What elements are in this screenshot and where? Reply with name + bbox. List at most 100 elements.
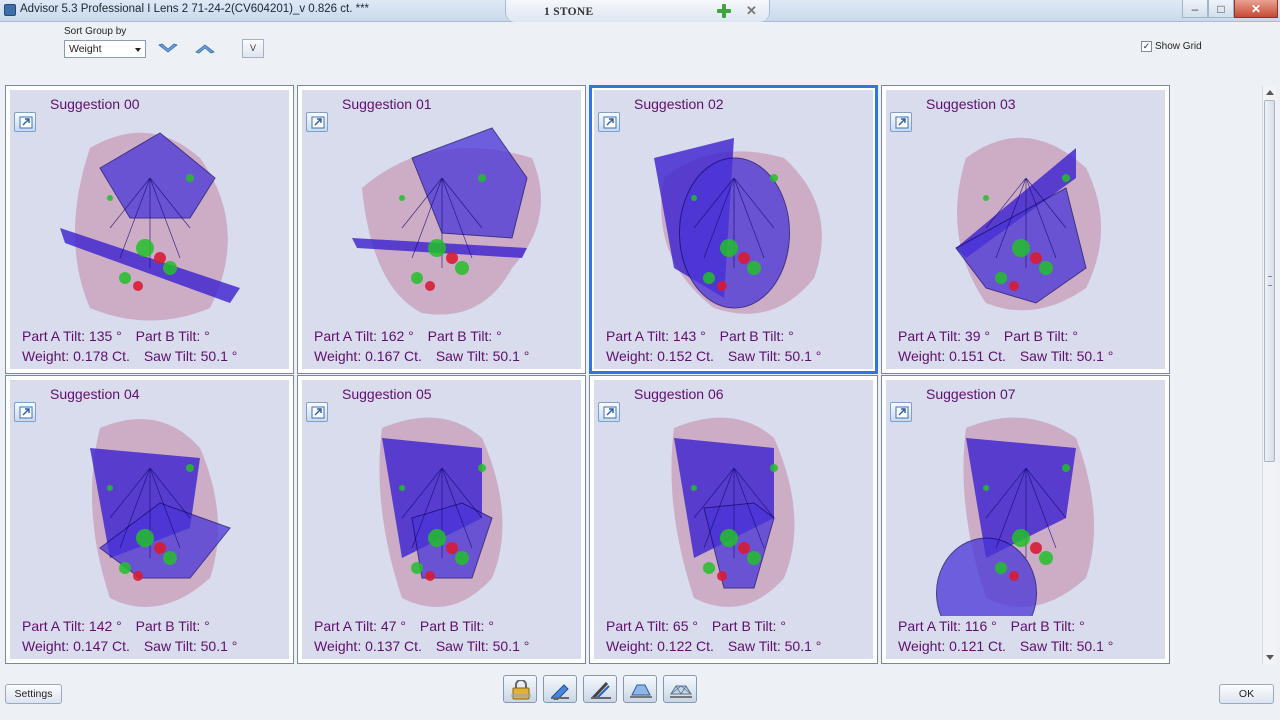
scroll-up-icon[interactable] — [1266, 90, 1274, 95]
ok-button[interactable]: OK — [1219, 684, 1274, 704]
suggestion-title: Suggestion 06 — [634, 386, 724, 402]
saw-tilt-label: Saw Tilt: — [143, 638, 197, 654]
saw-tilt-label: Saw Tilt: — [1019, 638, 1073, 654]
weight-label: Weight: — [898, 348, 946, 364]
saw-tilt-label: Saw Tilt: — [727, 348, 781, 364]
suggestion-title: Suggestion 00 — [50, 96, 140, 112]
sort-ascending-button[interactable] — [194, 41, 216, 55]
part-a-value: 135 ° — [88, 328, 122, 344]
part-a-label: Part A Tilt: — [898, 618, 962, 634]
app-icon — [4, 4, 16, 16]
suggestion-card[interactable]: Suggestion 06 Part A Tilt: 65 ° Part B T… — [589, 375, 878, 664]
stone-model[interactable] — [634, 408, 834, 616]
part-a-value: 162 ° — [380, 328, 414, 344]
saw-tilt-label: Saw Tilt: — [727, 638, 781, 654]
suggestion-card-body: Suggestion 06 Part A Tilt: 65 ° Part B T… — [594, 380, 873, 659]
weight-label: Weight: — [606, 638, 654, 654]
vertical-scrollbar[interactable] — [1262, 86, 1276, 664]
part-b-value: ° — [204, 328, 210, 344]
expand-button[interactable] — [306, 112, 328, 132]
cut-tool-button[interactable] — [583, 675, 617, 703]
stone-model[interactable] — [926, 118, 1126, 326]
crown-tool-button[interactable] — [663, 675, 697, 703]
part-a-value: 142 ° — [88, 618, 122, 634]
saw-tilt-value: 50.1 ° — [784, 348, 822, 364]
stone-model[interactable] — [50, 408, 250, 616]
part-a-label: Part A Tilt: — [606, 618, 670, 634]
part-b-label: Part B Tilt: — [135, 618, 201, 634]
expand-button[interactable] — [598, 402, 620, 422]
part-b-value: ° — [204, 618, 210, 634]
sort-group-label: Sort Group by — [64, 26, 127, 37]
expand-button[interactable] — [890, 402, 912, 422]
stone-model[interactable] — [50, 118, 250, 326]
part-b-value: ° — [1072, 328, 1078, 344]
stone-model[interactable] — [926, 408, 1126, 616]
expand-icon — [19, 116, 33, 129]
saw-tilt-label: Saw Tilt: — [435, 638, 489, 654]
stone-model[interactable] — [634, 118, 834, 326]
expand-button[interactable] — [14, 112, 36, 132]
tilt-info: Part A Tilt: 142 ° Part B Tilt: ° — [22, 618, 210, 634]
pavilion-tool-button[interactable] — [623, 675, 657, 703]
show-grid-toggle[interactable]: ✓ Show Grid — [1141, 41, 1202, 52]
expand-icon — [895, 116, 909, 129]
suggestion-card-body: Suggestion 07 Part A Tilt: 116 ° Part B … — [886, 380, 1165, 659]
close-window-button[interactable]: ✕ — [1234, 0, 1278, 18]
suggestion-card-body: Suggestion 02 Part A Tilt: 143 ° Part B … — [594, 90, 873, 369]
weight-info: Weight: 0.121 Ct. Saw Tilt: 50.1 ° — [898, 638, 1113, 654]
part-b-value: ° — [496, 328, 502, 344]
stone-model[interactable] — [342, 118, 542, 326]
suggestion-card[interactable]: Suggestion 02 Part A Tilt: 143 ° Part B … — [589, 85, 878, 374]
suggestion-card[interactable]: Suggestion 03 Part A Tilt: 39 ° Part B T… — [881, 85, 1170, 374]
part-a-label: Part A Tilt: — [314, 328, 378, 344]
expand-button[interactable] — [598, 112, 620, 132]
lock-icon — [511, 680, 531, 700]
suggestion-card[interactable]: Suggestion 05 Part A Tilt: 47 ° Part B T… — [297, 375, 586, 664]
saw-tilt-value: 50.1 ° — [1076, 348, 1114, 364]
window-title: Advisor 5.3 Professional I Lens 2 71-24-… — [20, 3, 370, 15]
stone-tab[interactable]: 1 STONE ✕ — [505, 0, 770, 22]
suggestion-card[interactable]: Suggestion 07 Part A Tilt: 116 ° Part B … — [881, 375, 1170, 664]
saw-tilt-value: 50.1 ° — [200, 638, 238, 654]
part-a-value: 47 ° — [380, 618, 406, 634]
minimize-button[interactable]: – — [1182, 0, 1208, 18]
suggestion-card-body: Suggestion 01 Part A Tilt: 162 ° Part B … — [302, 90, 581, 369]
weight-value: 0.152 Ct. — [657, 348, 714, 364]
show-grid-checkbox[interactable]: ✓ — [1141, 41, 1152, 52]
edit-tool-button[interactable] — [543, 675, 577, 703]
weight-info: Weight: 0.167 Ct. Saw Tilt: 50.1 ° — [314, 348, 529, 364]
tilt-info: Part A Tilt: 65 ° Part B Tilt: ° — [606, 618, 786, 634]
sort-descending-button[interactable] — [157, 41, 179, 55]
tilt-info: Part A Tilt: 162 ° Part B Tilt: ° — [314, 328, 502, 344]
gem-crown-icon — [670, 685, 692, 698]
title-bar: Advisor 5.3 Professional I Lens 2 71-24-… — [0, 0, 1280, 22]
expand-button[interactable] — [14, 402, 36, 422]
close-icon[interactable]: ✕ — [746, 3, 757, 19]
part-b-value: ° — [788, 328, 794, 344]
weight-value: 0.151 Ct. — [949, 348, 1006, 364]
weight-info: Weight: 0.122 Ct. Saw Tilt: 50.1 ° — [606, 638, 821, 654]
suggestion-card[interactable]: Suggestion 01 Part A Tilt: 162 ° Part B … — [297, 85, 586, 374]
suggestion-title: Suggestion 03 — [926, 96, 1016, 112]
view-button[interactable]: V — [242, 39, 264, 58]
stone-model[interactable] — [342, 408, 542, 616]
settings-button[interactable]: Settings — [5, 684, 62, 704]
part-a-label: Part A Tilt: — [22, 618, 86, 634]
expand-icon — [19, 406, 33, 419]
part-b-label: Part B Tilt: — [1003, 328, 1069, 344]
lock-tool-button[interactable] — [503, 675, 537, 703]
maximize-button[interactable]: □ — [1208, 0, 1234, 18]
saw-tilt-value: 50.1 ° — [1076, 638, 1114, 654]
suggestion-card-body: Suggestion 00 Part A Tilt: 135 ° Part B … — [10, 90, 289, 369]
tilt-info: Part A Tilt: 135 ° Part B Tilt: ° — [22, 328, 210, 344]
scroll-down-icon[interactable] — [1266, 655, 1274, 660]
suggestion-card[interactable]: Suggestion 00 Part A Tilt: 135 ° Part B … — [5, 85, 294, 374]
suggestion-card[interactable]: Suggestion 04 Part A Tilt: 142 ° Part B … — [5, 375, 294, 664]
sort-group-select[interactable]: Weight — [64, 40, 146, 58]
expand-button[interactable] — [306, 402, 328, 422]
part-a-value: 116 ° — [964, 618, 997, 634]
plus-icon[interactable] — [716, 3, 732, 19]
scroll-thumb[interactable] — [1264, 100, 1275, 462]
expand-button[interactable] — [890, 112, 912, 132]
